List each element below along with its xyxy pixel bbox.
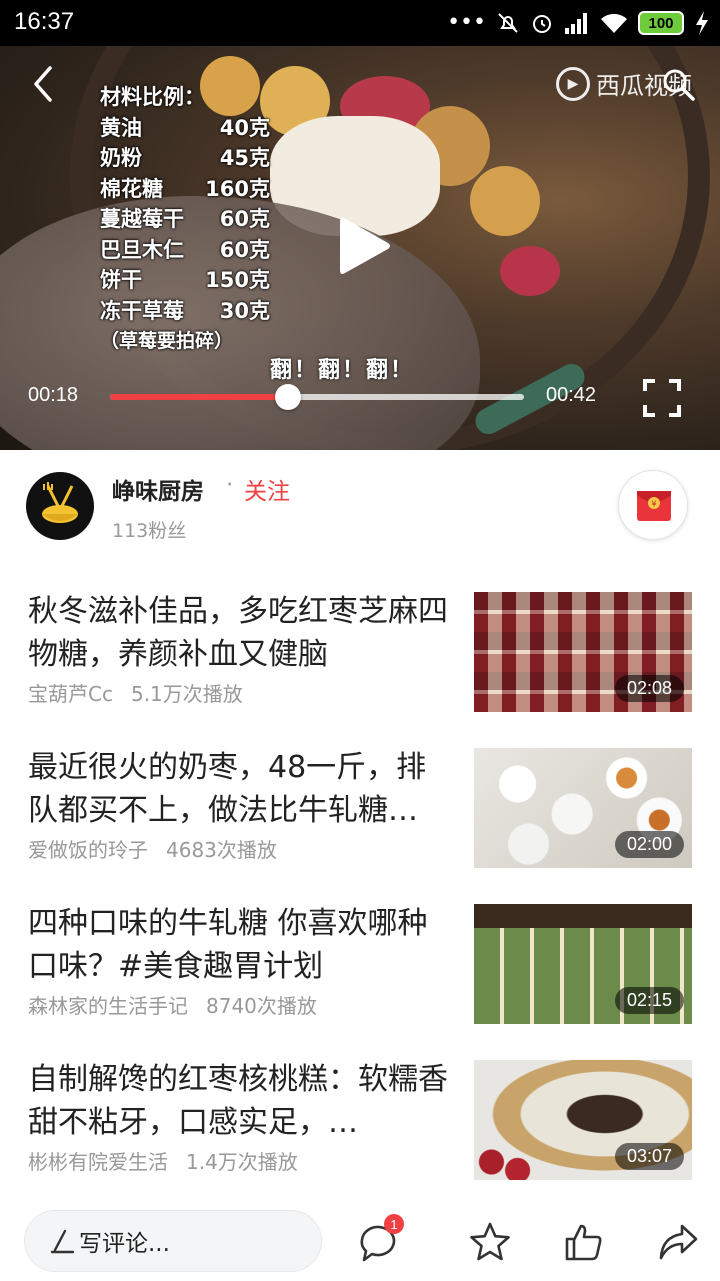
current-time: 00:18 [28,384,79,406]
video-author: 爱做饭的玲子 [28,838,148,862]
video-thumbnail[interactable]: 03:07 [474,1060,692,1180]
xigua-logo-icon: ▶ [556,66,590,101]
chef-logo-icon [42,482,78,523]
video-author: 宝葫芦Cc [28,682,113,706]
svg-text:¥: ¥ [651,500,656,509]
video-duration: 02:15 [614,987,684,1014]
play-count: 1.4万次播放 [186,1150,298,1174]
video-title[interactable]: 最近很火的奶枣，48一斤，排队都买不上，做法比牛轧糖… [28,746,448,832]
pen-icon [50,1229,75,1254]
video-caption: 翻！翻！翻！ [270,358,415,383]
recipe-row: 巴旦木仁 60克 [100,237,270,262]
video-title[interactable]: 自制解馋的红枣核桃糕：软糯香甜不粘牙，口感实足，… [28,1058,448,1144]
recipe-row: 蔓越莓干 60克 [100,207,270,231]
video-meta: 森林家的生活手记 8740次播放 [28,990,317,1019]
play-icon[interactable] [336,214,392,278]
status-time: 16:37 [14,8,75,35]
play-count: 4683次播放 [166,838,277,862]
red-envelope-icon: ¥ [637,491,671,521]
recipe-row: 黄油 40克 [100,115,270,140]
charging-icon [696,11,708,35]
comment-count-badge: 1 [384,1214,404,1234]
author-name[interactable]: 峥味厨房 [112,472,204,506]
video-frame-strawberry [500,246,560,296]
recipe-row: 棉花糖 160克 [100,176,270,201]
separator-dot: · [226,472,234,498]
recipe-row: 奶粉 45克 [100,146,270,170]
video-thumbnail[interactable]: 02:08 [474,592,692,712]
video-meta: 宝葫芦Cc 5.1万次播放 [28,678,243,707]
video-player[interactable]: 材料比例： 黄油 40克 奶粉 45克 棉花糖 160克 蔓越莓干 60克 巴旦木仁 60… [0,46,720,450]
list-item[interactable]: 最近很火的奶枣，48一斤，排队都买不上，做法比牛轧糖… 爱做饭的玲子 4683次播… [0,746,720,902]
fans-count: 113粉丝 [112,520,187,542]
video-author: 森林家的生活手记 [28,994,188,1018]
thumbs-up-icon[interactable] [562,1220,606,1264]
progress-fill [110,394,289,400]
progress-bar[interactable] [110,384,524,410]
follow-button[interactable]: 关注 [244,472,290,506]
share-icon[interactable] [656,1220,700,1264]
more-dots-icon: ••• [447,10,486,35]
video-thumbnail[interactable]: 02:00 [474,748,692,868]
list-item[interactable]: 自制解馋的红枣核桃糕：软糯香甜不粘牙，口感实足，… 彬彬有院爱生活 1.4万次播放… [0,1058,720,1214]
video-title[interactable]: 四种口味的牛轧糖 你喜欢哪种口味？#美食趣胃计划 [28,902,448,988]
author-row: 峥味厨房 · 关注 113粉丝 ¥ [0,450,720,560]
wifi-icon [601,13,627,33]
video-thumbnail[interactable]: 02:15 [474,904,692,1024]
red-packet-button[interactable]: ¥ [618,470,688,540]
play-count: 5.1万次播放 [130,682,243,706]
bottom-action-bar: 写评论... 1 [0,1198,720,1281]
video-duration: 03:07 [614,1143,684,1170]
recipe-row: 饼干 150克 [100,268,270,292]
back-icon[interactable] [24,64,64,104]
video-title[interactable]: 秋冬滋补佳品，多吃红枣芝麻四物糖，养颜补血又健脑 [28,590,448,676]
signal-icon [565,13,587,34]
avatar[interactable] [26,472,94,540]
status-icons: ••• 100 [447,8,710,38]
status-bar: 16:37 ••• 100 [0,0,720,46]
recipe-overlay: 材料比例： 黄油 40克 奶粉 45克 棉花糖 160克 蔓越莓干 60克 巴旦木仁 60… [100,82,270,357]
video-meta: 爱做饭的玲子 4683次播放 [28,834,277,863]
recipe-title: 材料比例： [100,85,205,109]
play-count: 8740次播放 [206,994,317,1018]
comment-placeholder: 写评论... [79,1231,170,1257]
list-item[interactable]: 秋冬滋补佳品，多吃红枣芝麻四物糖，养颜补血又健脑 宝葫芦Cc 5.1万次播放 02… [0,590,720,746]
comment-input[interactable]: 写评论... [24,1210,322,1272]
recipe-note: （草莓要拍碎） [100,330,234,352]
list-item[interactable]: 四种口味的牛轧糖 你喜欢哪种口味？#美食趣胃计划 森林家的生活手记 8740次播放… [0,902,720,1058]
video-author: 彬彬有院爱生活 [28,1150,168,1174]
alarm-icon [533,15,551,33]
progress-knob[interactable] [275,384,302,410]
search-icon[interactable] [660,66,696,102]
recipe-row: 冻干草莓 30克 [100,298,270,323]
video-meta: 彬彬有院爱生活 1.4万次播放 [28,1146,298,1175]
mute-bell-icon [498,13,518,33]
total-time: 00:42 [546,384,597,406]
fullscreen-icon[interactable] [642,378,682,418]
video-frame-cracker [470,166,540,236]
battery-icon: 100 [638,11,684,35]
video-duration: 02:08 [614,675,684,702]
star-icon[interactable] [468,1220,512,1264]
video-duration: 02:00 [614,831,684,858]
